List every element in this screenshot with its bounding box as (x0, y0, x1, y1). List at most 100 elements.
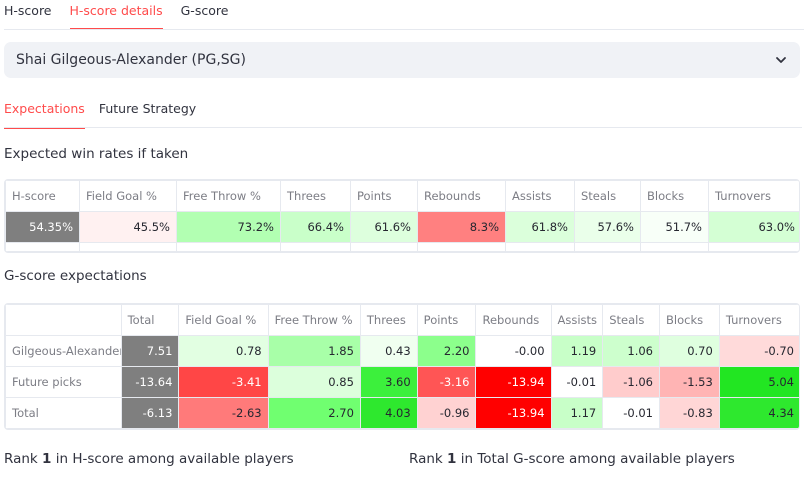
sub-tab-bar: Expectations Future Strategy (4, 96, 196, 129)
column-header[interactable]: Steals (574, 180, 641, 212)
win-rates-row: 54.35% 45.5% 73.2% 66.4% 61.6% 8.3% 61.8% 57.6%… (5, 211, 799, 243)
column-header[interactable]: Turnovers (708, 180, 799, 212)
table-cell: 2.70 (267, 397, 361, 429)
column-header[interactable]: Rebounds (417, 180, 506, 212)
table-cell: -3.16 (416, 366, 477, 398)
table-row: Future picks -13.64 -3.41 0.85 3.60 -3.16 -13.… (5, 366, 799, 398)
table-cell: 0.43 (359, 335, 418, 367)
table-cell: 0.78 (178, 335, 269, 367)
table-cell: -0.01 (550, 366, 604, 398)
table-cell: -0.01 (602, 397, 660, 429)
column-header[interactable]: Field Goal % (178, 304, 269, 336)
table-cell: 4.03 (359, 397, 418, 429)
table-cell: 1.19 (550, 335, 604, 367)
chevron-down-icon (776, 57, 786, 63)
table-row: Gilgeous-Alexander 7.51 0.78 1.85 0.43 2.20 -0… (5, 335, 799, 367)
column-header[interactable]: Assists (505, 180, 575, 212)
column-header[interactable]: Assists (550, 304, 604, 336)
table-cell: 1.06 (602, 335, 660, 367)
column-header[interactable]: Field Goal % (79, 180, 177, 212)
table-cell: 7.51 (120, 335, 180, 367)
sub-tab-bar-divider (4, 127, 802, 128)
empty-cell (417, 242, 506, 252)
column-header[interactable]: Blocks (640, 180, 709, 212)
column-header[interactable]: Steals (602, 304, 660, 336)
rank-h-score-text: Rank 1 in H-score among available player… (4, 451, 294, 467)
row-header: Future picks (5, 366, 122, 398)
table-cell: 61.8% (505, 211, 575, 243)
tab-g-score[interactable]: G-score (181, 0, 229, 30)
tab-h-score[interactable]: H-score (4, 0, 52, 30)
player-select[interactable]: Shai Gilgeous-Alexander (PG,SG) (4, 42, 800, 78)
table-row: Total -6.13 -2.63 2.70 4.03 -0.96 -13.94 1.17 -0… (5, 397, 799, 429)
table-cell: 0.70 (659, 335, 720, 367)
column-header[interactable]: Rebounds (475, 304, 552, 336)
column-header[interactable]: Free Throw % (176, 180, 281, 212)
table-cell: 51.7% (640, 211, 709, 243)
tab-h-score-details[interactable]: H-score details (69, 0, 163, 30)
empty-cell (574, 242, 641, 252)
rank-h-prefix: Rank (4, 451, 43, 467)
table-cell: -0.70 (718, 335, 799, 367)
table-cell: -13.94 (475, 366, 552, 398)
rank-g-score-text: Rank 1 in Total G-score among available … (409, 451, 735, 467)
column-header[interactable]: H-score (5, 180, 80, 212)
table-cell: 4.34 (718, 397, 799, 429)
table-cell: 2.20 (416, 335, 477, 367)
column-header[interactable]: Threes (280, 180, 351, 212)
empty-cell (176, 242, 281, 252)
table-cell: 5.04 (718, 366, 799, 398)
column-header[interactable]: Turnovers (718, 304, 799, 336)
table-cell: 63.0% (708, 211, 799, 243)
table-cell: -1.06 (602, 366, 660, 398)
table-cell: -0.83 (659, 397, 720, 429)
tab-future-strategy[interactable]: Future Strategy (99, 96, 196, 129)
rank-g-prefix: Rank (409, 451, 448, 467)
top-tab-bar: H-score H-score details G-score (4, 0, 228, 30)
win-rates-empty-row (5, 242, 799, 252)
table-cell: 0.85 (267, 366, 361, 398)
column-header[interactable] (5, 304, 122, 336)
table-cell: 1.85 (267, 335, 361, 367)
win-rates-table: H-score Field Goal % Free Throw % Threes Poi… (4, 179, 800, 253)
column-header[interactable]: Threes (359, 304, 418, 336)
win-rates-header-row: H-score Field Goal % Free Throw % Threes Poi… (5, 180, 799, 212)
g-score-heading: G-score expectations (4, 268, 147, 284)
empty-cell (79, 242, 177, 252)
row-header: Gilgeous-Alexander (5, 335, 122, 367)
g-score-table: Total Field Goal % Free Throw % Threes Point… (4, 303, 800, 430)
column-header[interactable]: Free Throw % (267, 304, 361, 336)
table-cell: 1.17 (550, 397, 604, 429)
rank-g-suffix: in Total G-score among available players (456, 451, 735, 467)
column-header[interactable]: Total (120, 304, 180, 336)
table-cell: -0.00 (475, 335, 552, 367)
table-cell: 73.2% (176, 211, 281, 243)
column-header[interactable]: Points (350, 180, 418, 212)
table-cell: 57.6% (574, 211, 641, 243)
g-score-header-row: Total Field Goal % Free Throw % Threes Point… (5, 304, 799, 336)
column-header[interactable]: Blocks (659, 304, 720, 336)
tab-bar-divider (4, 29, 804, 30)
rank-h-suffix: in H-score among available players (51, 451, 294, 467)
empty-cell (708, 242, 799, 252)
table-cell: -13.64 (120, 366, 180, 398)
table-cell: 61.6% (350, 211, 418, 243)
table-cell: 3.60 (359, 366, 418, 398)
empty-cell (280, 242, 351, 252)
tab-expectations[interactable]: Expectations (4, 96, 85, 129)
empty-cell (505, 242, 575, 252)
table-cell: -1.53 (659, 366, 720, 398)
empty-cell (5, 242, 80, 252)
table-cell: 8.3% (417, 211, 506, 243)
table-cell: -6.13 (120, 397, 180, 429)
table-cell: -2.63 (178, 397, 269, 429)
empty-cell (640, 242, 709, 252)
column-header[interactable]: Points (416, 304, 477, 336)
table-cell: 54.35% (5, 211, 80, 243)
win-rates-heading: Expected win rates if taken (4, 146, 189, 162)
row-header: Total (5, 397, 122, 429)
empty-cell (350, 242, 418, 252)
table-cell: -0.96 (416, 397, 477, 429)
table-cell: -13.94 (475, 397, 552, 429)
table-cell: 66.4% (280, 211, 351, 243)
